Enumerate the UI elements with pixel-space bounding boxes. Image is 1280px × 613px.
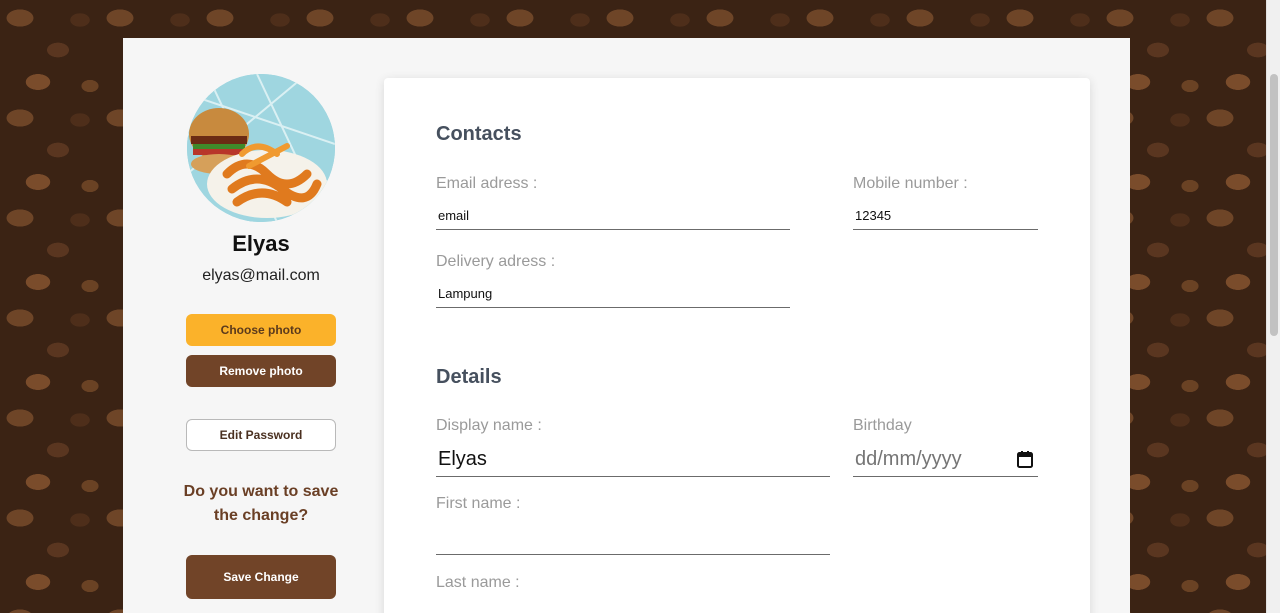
avatar (187, 74, 335, 222)
calendar-icon[interactable] (1017, 451, 1033, 468)
save-change-button[interactable]: Save Change (186, 555, 336, 599)
remove-photo-button[interactable]: Remove photo (186, 355, 336, 387)
mobile-number-field[interactable] (853, 202, 1038, 230)
profile-form-panel: Contacts Email adress : Mobile number : … (384, 78, 1090, 613)
display-name-label: Display name : (436, 417, 542, 434)
avatar-photo (187, 74, 335, 222)
birthday-field[interactable] (853, 443, 1038, 477)
profile-sidebar: Elyas elyas@mail.com Choose photo Remove… (123, 38, 384, 613)
email-field[interactable] (436, 202, 790, 230)
page-scrollbar[interactable] (1266, 0, 1280, 613)
mobile-label: Mobile number : (853, 175, 968, 192)
edit-password-button[interactable]: Edit Password (186, 419, 336, 451)
user-display-name: Elyas (232, 231, 290, 256)
profile-card: Elyas elyas@mail.com Choose photo Remove… (123, 38, 1130, 613)
birthday-label: Birthday (853, 417, 912, 434)
scrollbar-thumb[interactable] (1270, 74, 1278, 336)
first-name-label: First name : (436, 495, 521, 512)
choose-photo-button[interactable]: Choose photo (186, 314, 336, 346)
delivery-label: Delivery adress : (436, 253, 556, 270)
user-email: elyas@mail.com (202, 267, 320, 284)
display-name-field[interactable] (436, 443, 830, 477)
details-heading: Details (436, 366, 502, 388)
email-label: Email adress : (436, 175, 538, 192)
last-name-label: Last name : (436, 574, 520, 591)
contacts-heading: Contacts (436, 123, 522, 145)
save-prompt-text: Do you want to save the change? (183, 483, 339, 524)
first-name-field[interactable] (436, 521, 830, 555)
delivery-address-field[interactable] (436, 280, 790, 308)
